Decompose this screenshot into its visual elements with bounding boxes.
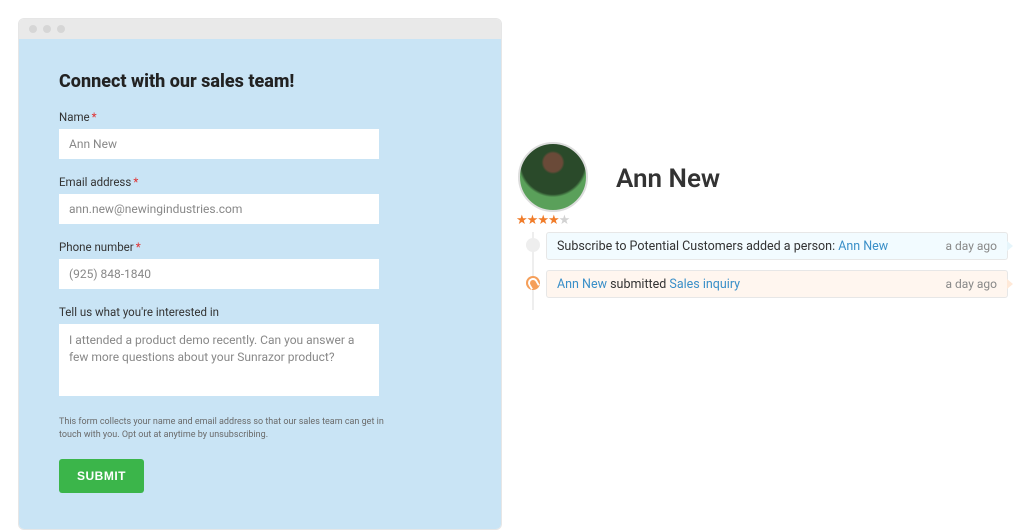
email-input[interactable]: [59, 194, 379, 224]
contact-form: Connect with our sales team! Name* Email…: [19, 39, 501, 529]
profile-header: ★★★★★ Ann New: [518, 142, 1008, 216]
timeline-time: a day ago: [946, 239, 997, 253]
field-phone: Phone number*: [59, 240, 461, 289]
timeline-text: Subscribe to Potential Customers added a…: [557, 239, 888, 254]
name-label: Name*: [59, 110, 461, 124]
browser-window: Connect with our sales team! Name* Email…: [18, 18, 502, 530]
magnet-icon: [526, 276, 540, 290]
name-input[interactable]: [59, 129, 379, 159]
field-name: Name*: [59, 110, 461, 159]
required-icon: *: [136, 240, 141, 254]
star-icon: ★: [548, 213, 559, 228]
form-link[interactable]: Sales inquiry: [669, 277, 740, 292]
timeline-card[interactable]: Subscribe to Potential Customers added a…: [546, 232, 1008, 260]
star-icon: ★: [537, 213, 548, 228]
person-link[interactable]: Ann New: [838, 239, 888, 254]
avatar-wrap: ★★★★★: [518, 142, 592, 216]
field-interest: Tell us what you're interested in I atte…: [59, 305, 461, 400]
interest-label: Tell us what you're interested in: [59, 305, 461, 319]
form-title: Connect with our sales team!: [59, 71, 461, 92]
star-icon: ★: [516, 213, 527, 228]
timeline-time: a day ago: [946, 277, 997, 291]
phone-input[interactable]: [59, 259, 379, 289]
window-minimize-icon[interactable]: [43, 25, 51, 33]
timeline-text: Ann New submitted Sales inquiry: [557, 277, 740, 292]
timeline-item: Subscribe to Potential Customers added a…: [526, 232, 1008, 262]
activity-panel: ★★★★★ Ann New Subscribe to Potential Cus…: [518, 142, 1008, 308]
window-titlebar: [19, 19, 501, 39]
timeline-item: Ann New submitted Sales inquiry a day ag…: [526, 270, 1008, 300]
timeline-dot-icon: [526, 238, 540, 252]
window-close-icon[interactable]: [29, 25, 37, 33]
interest-textarea[interactable]: I attended a product demo recently. Can …: [59, 324, 379, 396]
email-label: Email address*: [59, 175, 461, 189]
submit-button[interactable]: SUBMIT: [59, 459, 144, 493]
timeline-card[interactable]: Ann New submitted Sales inquiry a day ag…: [546, 270, 1008, 298]
person-link[interactable]: Ann New: [557, 277, 607, 292]
form-disclaimer: This form collects your name and email a…: [59, 416, 399, 441]
required-icon: *: [92, 110, 97, 124]
phone-label: Phone number*: [59, 240, 461, 254]
profile-name: Ann New: [616, 164, 720, 194]
window-zoom-icon[interactable]: [57, 25, 65, 33]
field-email: Email address*: [59, 175, 461, 224]
rating-stars: ★★★★★: [516, 213, 569, 228]
star-icon: ★: [527, 213, 538, 228]
star-icon: ★: [559, 213, 570, 228]
avatar[interactable]: [518, 142, 588, 212]
required-icon: *: [133, 175, 138, 189]
activity-timeline: Subscribe to Potential Customers added a…: [526, 232, 1008, 300]
